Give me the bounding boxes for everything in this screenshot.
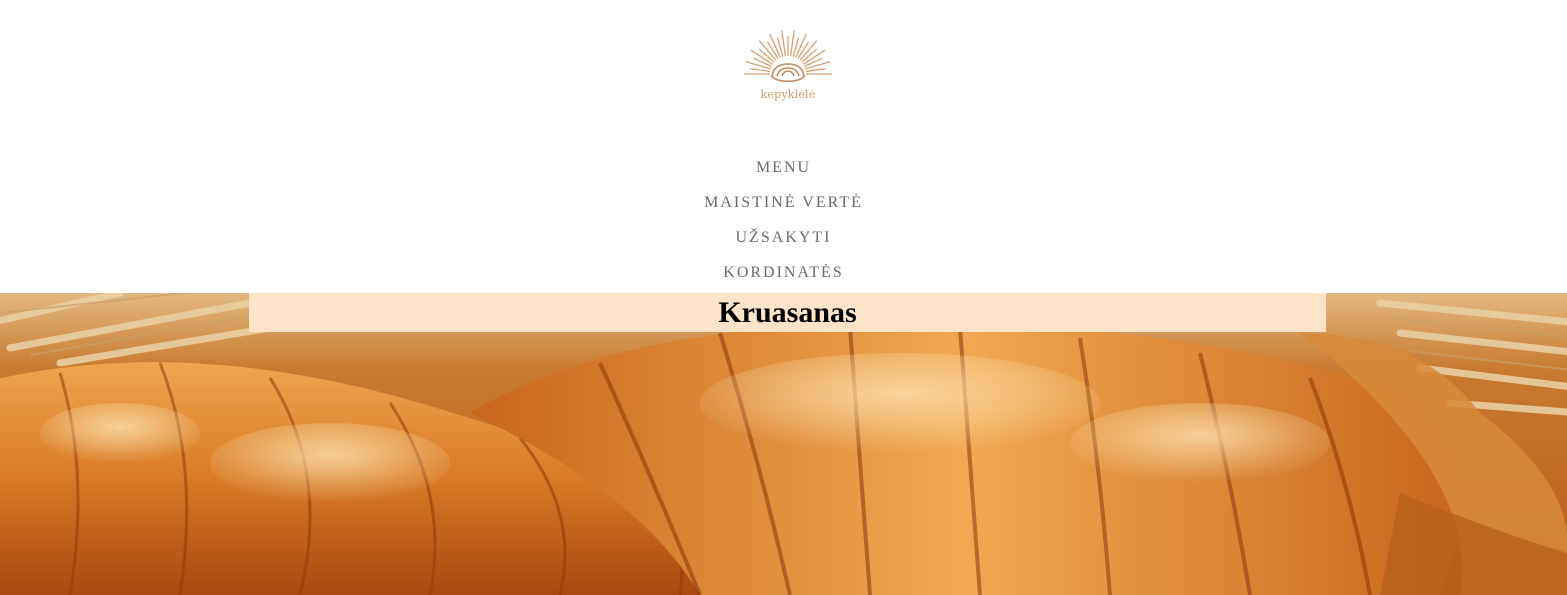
page: kepyklėlė MENU MAISTINĖ VERTĖ UŽSAKYTI K… [0,0,1567,595]
nav-item-maistine-verte: MAISTINĖ VERTĖ [0,185,1567,220]
croissant-sunburst-icon [744,30,832,82]
nav-link-maistine-verte[interactable]: MAISTINĖ VERTĖ [704,194,863,212]
nav-item-menu: MENU [0,150,1567,185]
product-title-bar: Kruasanas [249,293,1326,332]
main-nav: MENU MAISTINĖ VERTĖ UŽSAKYTI KORDINATĖS [0,150,1567,290]
nav-link-uzsakyti[interactable]: UŽSAKYTI [736,229,832,247]
hero-image [0,293,1567,595]
product-title: Kruasanas [718,296,857,329]
brand-logo[interactable]: kepyklėlė [738,28,838,108]
croissants-photo [0,293,1567,595]
brand-name: kepyklėlė [760,88,816,101]
nav-item-uzsakyti: UŽSAKYTI [0,220,1567,255]
nav-item-kordinates: KORDINATĖS [0,255,1567,290]
nav-link-menu[interactable]: MENU [756,159,811,177]
nav-link-kordinates[interactable]: KORDINATĖS [723,264,843,282]
site-header: kepyklėlė MENU MAISTINĖ VERTĖ UŽSAKYTI K… [0,0,1567,293]
